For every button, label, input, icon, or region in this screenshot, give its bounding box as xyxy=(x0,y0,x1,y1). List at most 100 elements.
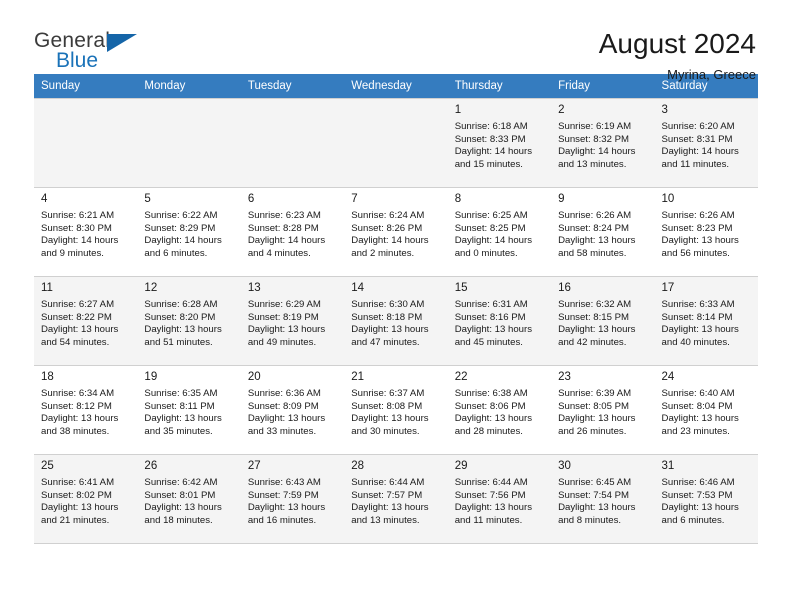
calendar-day-cell[interactable]: 6 Sunrise: 6:23 AM Sunset: 8:28 PM Daylig… xyxy=(240,187,345,277)
day-number: 11 xyxy=(41,282,53,294)
logo-triangle-icon xyxy=(107,34,137,52)
calendar-day-cell[interactable]: 10 Sunrise: 6:26 AM Sunset: 8:23 PM Dayli… xyxy=(654,187,758,277)
day-number: 6 xyxy=(247,193,255,205)
sunrise-sunset-calendar: Sunday Monday Tuesday Wednesday Thursday… xyxy=(34,74,758,544)
calendar-week-row: 1 Sunrise: 6:18 AM Sunset: 8:33 PM Daylig… xyxy=(34,98,758,188)
day-number: 15 xyxy=(454,282,468,294)
calendar-day-cell[interactable]: 17 Sunrise: 6:33 AM Sunset: 8:14 PM Dayli… xyxy=(654,276,758,366)
calendar-day-cell[interactable]: 12 Sunrise: 6:28 AM Sunset: 8:20 PM Dayli… xyxy=(137,276,241,366)
day-number: 8 xyxy=(454,193,462,205)
calendar-day-cell[interactable]: 25 Sunrise: 6:41 AM Sunset: 8:02 PM Dayli… xyxy=(34,454,138,544)
day-details: Sunrise: 6:38 AM Sunset: 8:06 PM Dayligh… xyxy=(454,388,533,437)
day-number: 29 xyxy=(454,460,468,472)
calendar-week-row: 4 Sunrise: 6:21 AM Sunset: 8:30 PM Daylig… xyxy=(34,187,758,277)
day-details: Sunrise: 6:39 AM Sunset: 8:05 PM Dayligh… xyxy=(558,388,636,437)
day-number: 2 xyxy=(558,104,565,116)
calendar-day-cell[interactable]: 22 Sunrise: 6:38 AM Sunset: 8:06 PM Dayli… xyxy=(447,365,552,455)
day-details: Sunrise: 6:26 AM Sunset: 8:23 PM Dayligh… xyxy=(661,210,739,259)
general-blue-logo: General Blue xyxy=(34,28,149,72)
day-number: 5 xyxy=(144,193,151,205)
day-details: Sunrise: 6:31 AM Sunset: 8:16 PM Dayligh… xyxy=(454,299,533,348)
day-details: Sunrise: 6:22 AM Sunset: 8:29 PM Dayligh… xyxy=(144,210,222,259)
day-number: 7 xyxy=(351,193,358,205)
calendar-day-cell[interactable]: 2 Sunrise: 6:19 AM Sunset: 8:32 PM Daylig… xyxy=(551,98,655,188)
day-details: Sunrise: 6:23 AM Sunset: 8:28 PM Dayligh… xyxy=(247,210,326,259)
calendar-day-cell[interactable]: 31 Sunrise: 6:46 AM Sunset: 7:53 PM Dayli… xyxy=(654,454,758,544)
calendar-day-cell[interactable]: 23 Sunrise: 6:39 AM Sunset: 8:05 PM Dayli… xyxy=(551,365,655,455)
day-details: Sunrise: 6:41 AM Sunset: 8:02 PM Dayligh… xyxy=(41,477,119,526)
day-details: Sunrise: 6:36 AM Sunset: 8:09 PM Dayligh… xyxy=(247,388,326,437)
day-details: Sunrise: 6:27 AM Sunset: 8:22 PM Dayligh… xyxy=(41,299,119,348)
calendar-day-cell[interactable]: 14 Sunrise: 6:30 AM Sunset: 8:18 PM Dayli… xyxy=(344,276,448,366)
calendar-day-cell[interactable]: 29 Sunrise: 6:44 AM Sunset: 7:56 PM Dayli… xyxy=(447,454,552,544)
calendar-day-cell[interactable]: 28 Sunrise: 6:44 AM Sunset: 7:57 PM Dayli… xyxy=(344,454,448,544)
day-details: Sunrise: 6:44 AM Sunset: 7:56 PM Dayligh… xyxy=(454,477,533,526)
calendar-day-cell[interactable]: 1 Sunrise: 6:18 AM Sunset: 8:33 PM Daylig… xyxy=(447,98,552,188)
calendar-day-cell[interactable]: 5 Sunrise: 6:22 AM Sunset: 8:29 PM Daylig… xyxy=(137,187,241,277)
day-number: 4 xyxy=(41,193,48,205)
calendar-day-cell[interactable]: 26 Sunrise: 6:42 AM Sunset: 8:01 PM Dayli… xyxy=(137,454,241,544)
calendar-day-cell[interactable]: 11 Sunrise: 6:27 AM Sunset: 8:22 PM Dayli… xyxy=(34,276,138,366)
day-number: 20 xyxy=(247,371,261,383)
logo-text-blue: Blue xyxy=(56,49,99,72)
day-details: Sunrise: 6:25 AM Sunset: 8:25 PM Dayligh… xyxy=(454,210,533,259)
day-number: 23 xyxy=(558,371,571,383)
day-details: Sunrise: 6:46 AM Sunset: 7:53 PM Dayligh… xyxy=(661,477,739,526)
calendar-week-row: 18 Sunrise: 6:34 AM Sunset: 8:12 PM Dayli… xyxy=(34,365,758,455)
day-details: Sunrise: 6:42 AM Sunset: 8:01 PM Dayligh… xyxy=(144,477,222,526)
day-number: 12 xyxy=(144,282,158,294)
weekday-header-tuesday: Tuesday xyxy=(240,74,345,99)
day-details: Sunrise: 6:32 AM Sunset: 8:15 PM Dayligh… xyxy=(558,299,636,348)
title-block: August 2024 Myrina, Greece xyxy=(599,28,758,84)
calendar-body: 1 Sunrise: 6:18 AM Sunset: 8:33 PM Daylig… xyxy=(34,98,758,544)
day-number: 10 xyxy=(661,193,675,205)
calendar-day-cell[interactable] xyxy=(344,98,448,188)
calendar-day-cell[interactable]: 16 Sunrise: 6:32 AM Sunset: 8:15 PM Dayli… xyxy=(551,276,655,366)
calendar-day-cell[interactable] xyxy=(137,98,241,188)
day-number: 22 xyxy=(454,371,468,383)
calendar-day-cell[interactable]: 8 Sunrise: 6:25 AM Sunset: 8:25 PM Daylig… xyxy=(447,187,552,277)
calendar-day-cell[interactable]: 18 Sunrise: 6:34 AM Sunset: 8:12 PM Dayli… xyxy=(34,365,138,455)
calendar-day-cell[interactable]: 27 Sunrise: 6:43 AM Sunset: 7:59 PM Dayli… xyxy=(240,454,345,544)
weekday-header-sunday: Sunday xyxy=(34,74,138,99)
weekday-header-wednesday: Wednesday xyxy=(344,74,448,99)
calendar-day-cell[interactable] xyxy=(34,98,138,188)
calendar-day-cell[interactable] xyxy=(240,98,345,188)
day-details: Sunrise: 6:33 AM Sunset: 8:14 PM Dayligh… xyxy=(661,299,739,348)
day-number: 25 xyxy=(41,460,54,472)
calendar-day-cell[interactable]: 21 Sunrise: 6:37 AM Sunset: 8:08 PM Dayli… xyxy=(344,365,448,455)
day-details: Sunrise: 6:20 AM Sunset: 8:31 PM Dayligh… xyxy=(661,121,739,170)
day-number: 16 xyxy=(558,282,571,294)
calendar-day-cell[interactable]: 30 Sunrise: 6:45 AM Sunset: 7:54 PM Dayli… xyxy=(551,454,655,544)
day-number: 26 xyxy=(144,460,158,472)
day-details: Sunrise: 6:28 AM Sunset: 8:20 PM Dayligh… xyxy=(144,299,222,348)
day-details: Sunrise: 6:40 AM Sunset: 8:04 PM Dayligh… xyxy=(661,388,739,437)
day-details: Sunrise: 6:18 AM Sunset: 8:33 PM Dayligh… xyxy=(454,121,533,170)
day-details: Sunrise: 6:30 AM Sunset: 8:18 PM Dayligh… xyxy=(351,299,429,348)
calendar-day-cell[interactable]: 9 Sunrise: 6:26 AM Sunset: 8:24 PM Daylig… xyxy=(551,187,655,277)
weekday-header-monday: Monday xyxy=(137,74,241,99)
day-number: 24 xyxy=(661,371,675,383)
day-number: 21 xyxy=(351,371,365,383)
page-title: August 2024 xyxy=(598,28,756,59)
day-number: 13 xyxy=(247,282,261,294)
day-number: 27 xyxy=(247,460,261,472)
calendar-day-cell[interactable]: 15 Sunrise: 6:31 AM Sunset: 8:16 PM Dayli… xyxy=(447,276,552,366)
calendar-day-cell[interactable]: 13 Sunrise: 6:29 AM Sunset: 8:19 PM Dayli… xyxy=(240,276,345,366)
day-details: Sunrise: 6:19 AM Sunset: 8:32 PM Dayligh… xyxy=(558,121,636,170)
day-number: 31 xyxy=(661,460,675,472)
day-details: Sunrise: 6:26 AM Sunset: 8:24 PM Dayligh… xyxy=(558,210,636,259)
calendar-day-cell[interactable]: 20 Sunrise: 6:36 AM Sunset: 8:09 PM Dayli… xyxy=(240,365,345,455)
calendar-day-cell[interactable]: 19 Sunrise: 6:35 AM Sunset: 8:11 PM Dayli… xyxy=(137,365,241,455)
calendar-day-cell[interactable]: 24 Sunrise: 6:40 AM Sunset: 8:04 PM Dayli… xyxy=(654,365,758,455)
calendar-day-cell[interactable]: 7 Sunrise: 6:24 AM Sunset: 8:26 PM Daylig… xyxy=(344,187,448,277)
calendar-day-cell[interactable]: 4 Sunrise: 6:21 AM Sunset: 8:30 PM Daylig… xyxy=(34,187,138,277)
day-details: Sunrise: 6:37 AM Sunset: 8:08 PM Dayligh… xyxy=(351,388,429,437)
day-details: Sunrise: 6:21 AM Sunset: 8:30 PM Dayligh… xyxy=(41,210,119,259)
day-number: 3 xyxy=(661,104,668,116)
calendar-day-cell[interactable]: 3 Sunrise: 6:20 AM Sunset: 8:31 PM Daylig… xyxy=(654,98,758,188)
day-number: 9 xyxy=(558,193,565,205)
day-details: Sunrise: 6:43 AM Sunset: 7:59 PM Dayligh… xyxy=(247,477,326,526)
day-number: 14 xyxy=(351,282,365,294)
day-details: Sunrise: 6:34 AM Sunset: 8:12 PM Dayligh… xyxy=(41,388,119,437)
